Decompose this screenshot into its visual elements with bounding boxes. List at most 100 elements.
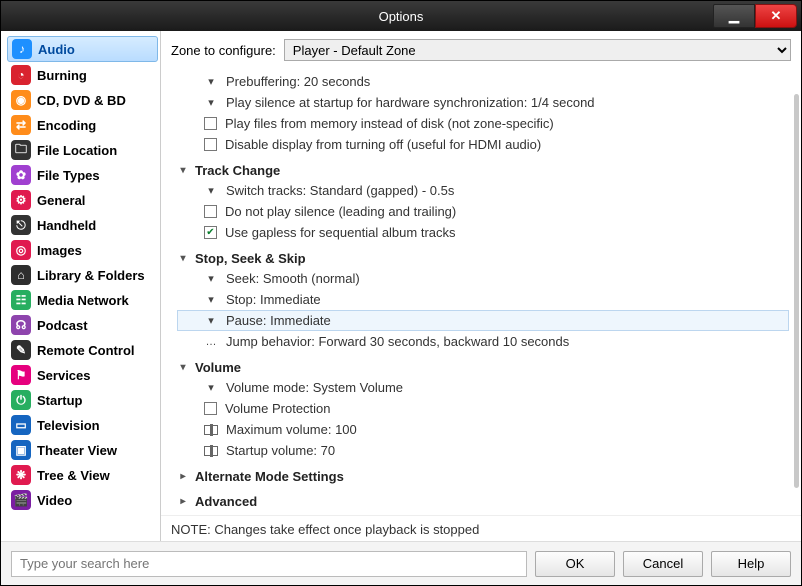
sidebar-item-theater-view[interactable]: ▣Theater View bbox=[7, 438, 158, 462]
sidebar-item-remote-control[interactable]: ✎ Remote Control bbox=[7, 338, 158, 362]
sidebar-item-podcast[interactable]: ☊Podcast bbox=[7, 313, 158, 337]
setting-row[interactable]: … Jump behavior: Forward 30 seconds, back… bbox=[177, 331, 789, 352]
chevron-down-icon: ▾ bbox=[204, 272, 218, 285]
sidebar-icon: ▣ bbox=[11, 440, 31, 460]
sidebar-icon: ⇄ bbox=[11, 115, 31, 135]
sidebar-item-label: CD, DVD & BD bbox=[37, 93, 126, 108]
dialog-body: ♪Audio ◔ Burning ◉ CD, DVD & BD ⇄ Encoding 🗀Fil… bbox=[1, 31, 801, 541]
close-button[interactable]: ✕ bbox=[755, 4, 797, 28]
sidebar-item-label: Remote Control bbox=[37, 343, 135, 358]
setting-label: Play silence at startup for hardware syn… bbox=[226, 95, 595, 110]
setting-row[interactable]: Maximum volume: 100 bbox=[177, 419, 789, 440]
scrollbar[interactable] bbox=[793, 67, 799, 515]
setting-row[interactable]: ▾ Play silence at startup for hardware sy… bbox=[177, 92, 789, 113]
sidebar-icon: ⚑ bbox=[11, 365, 31, 385]
group-header[interactable]: ▾Stop, Seek & Skip bbox=[177, 249, 789, 268]
checkbox-icon bbox=[204, 205, 217, 218]
group-header[interactable]: ▸ Alternate Mode Settings bbox=[177, 467, 789, 486]
setting-row[interactable]: Volume Protection bbox=[177, 398, 789, 419]
group-title: Stop, Seek & Skip bbox=[195, 251, 306, 266]
sidebar-item-television[interactable]: ▭Television bbox=[7, 413, 158, 437]
sidebar-item-library-folders[interactable]: ⌂Library & Folders bbox=[7, 263, 158, 287]
setting-label: Disable display from turning off (useful… bbox=[225, 137, 541, 152]
setting-label: Jump behavior: Forward 30 seconds, backw… bbox=[226, 334, 569, 349]
sidebar-item-services[interactable]: ⚑ Services bbox=[7, 363, 158, 387]
chevron-right-icon: ▸ bbox=[177, 471, 189, 482]
setting-label: Prebuffering: 20 seconds bbox=[226, 74, 370, 89]
checkbox-icon bbox=[204, 117, 217, 130]
sidebar-item-label: Tree & View bbox=[37, 468, 110, 483]
group-header[interactable]: ▾Track Change bbox=[177, 161, 789, 180]
sidebar-icon: 🎬 bbox=[11, 490, 31, 510]
help-button[interactable]: Help bbox=[711, 551, 791, 577]
setting-row[interactable]: Do not play silence (leading and trailin… bbox=[177, 201, 789, 222]
sidebar-item-label: Services bbox=[37, 368, 91, 383]
sidebar-item-label: Video bbox=[37, 493, 72, 508]
setting-row[interactable]: ▾Stop: Immediate bbox=[177, 289, 789, 310]
sidebar-item-encoding[interactable]: ⇄ Encoding bbox=[7, 113, 158, 137]
sidebar-icon: ⌂ bbox=[11, 265, 31, 285]
chevron-down-icon: ▾ bbox=[204, 381, 218, 394]
setting-label: Do not play silence (leading and trailin… bbox=[225, 204, 456, 219]
sidebar-icon: ◉ bbox=[11, 90, 31, 110]
checkbox-icon bbox=[204, 138, 217, 151]
chevron-down-icon: ▾ bbox=[204, 96, 218, 109]
setting-row[interactable]: ▾Switch tracks: Standard (gapped) - 0.5s bbox=[177, 180, 789, 201]
setting-row[interactable]: Disable display from turning off (useful… bbox=[177, 134, 789, 155]
sidebar-icon: 🗀 bbox=[11, 140, 31, 160]
sidebar-item-tree-view[interactable]: ❋ Tree & View bbox=[7, 463, 158, 487]
setting-row[interactable]: ▾Pause: Immediate bbox=[177, 310, 789, 331]
sidebar-icon: ▭ bbox=[11, 415, 31, 435]
sidebar-icon: ✎ bbox=[11, 340, 31, 360]
zone-select[interactable]: Player - Default Zone bbox=[284, 39, 791, 61]
settings-scroll[interactable]: ▾ Prebuffering: 20 seconds ▾ Play silence a… bbox=[161, 67, 801, 515]
cancel-button[interactable]: Cancel bbox=[623, 551, 703, 577]
setting-row[interactable]: ▾Seek: Smooth (normal) bbox=[177, 268, 789, 289]
sidebar-item-label: Handheld bbox=[37, 218, 96, 233]
sidebar-icon: ✿ bbox=[11, 165, 31, 185]
sidebar-icon: ❋ bbox=[11, 465, 31, 485]
sidebar-item-audio[interactable]: ♪Audio bbox=[7, 36, 158, 62]
sidebar-item-label: Encoding bbox=[37, 118, 96, 133]
setting-row[interactable]: Play files from memory instead of disk (… bbox=[177, 113, 789, 134]
sidebar-item-label: General bbox=[37, 193, 85, 208]
group-title: Advanced bbox=[195, 494, 257, 509]
setting-label: Volume Protection bbox=[225, 401, 331, 416]
sidebar-item-file-types[interactable]: ✿File Types bbox=[7, 163, 158, 187]
setting-row[interactable]: Startup volume: 70 bbox=[177, 440, 789, 461]
checkbox-icon bbox=[204, 402, 217, 415]
chevron-down-icon: ▾ bbox=[204, 75, 218, 88]
sidebar-item-startup[interactable]: ⏻Startup bbox=[7, 388, 158, 412]
sidebar-item-burning[interactable]: ◔ Burning bbox=[7, 63, 158, 87]
sidebar-item-handheld[interactable]: ⎋Handheld bbox=[7, 213, 158, 237]
sidebar-item-label: Media Network bbox=[37, 293, 129, 308]
window-buttons: ▁ ✕ bbox=[713, 1, 801, 31]
minimize-button[interactable]: ▁ bbox=[713, 4, 755, 28]
chevron-down-icon: ▾ bbox=[204, 314, 218, 327]
sidebar-item-images[interactable]: ◎Images bbox=[7, 238, 158, 262]
chevron-down-icon: ▾ bbox=[204, 293, 218, 306]
ellipsis-icon: … bbox=[204, 336, 218, 348]
sidebar-item-file-location[interactable]: 🗀File Location bbox=[7, 138, 158, 162]
group-title: Alternate Mode Settings bbox=[195, 469, 344, 484]
group-header[interactable]: ▸Advanced bbox=[177, 492, 789, 511]
search-input[interactable] bbox=[11, 551, 527, 577]
sidebar-icon: ⚙ bbox=[11, 190, 31, 210]
sidebar-item-video[interactable]: 🎬 Video bbox=[7, 488, 158, 512]
sidebar-item-label: Podcast bbox=[37, 318, 88, 333]
sidebar-item-cd-dvd-bd[interactable]: ◉ CD, DVD & BD bbox=[7, 88, 158, 112]
sidebar-item-media-network[interactable]: ☷ Media Network bbox=[7, 288, 158, 312]
setting-label: Volume mode: System Volume bbox=[226, 380, 403, 395]
chevron-down-icon: ▾ bbox=[177, 165, 189, 176]
setting-row[interactable]: ▾ Prebuffering: 20 seconds bbox=[177, 71, 789, 92]
footer: OK Cancel Help bbox=[1, 541, 801, 585]
group-header[interactable]: ▾Volume bbox=[177, 358, 789, 377]
slider-icon bbox=[204, 425, 218, 435]
sidebar-icon: ☷ bbox=[11, 290, 31, 310]
sidebar-icon: ◔ bbox=[11, 65, 31, 85]
sidebar-item-general[interactable]: ⚙ General bbox=[7, 188, 158, 212]
setting-row[interactable]: ▾ Volume mode: System Volume bbox=[177, 377, 789, 398]
ok-button[interactable]: OK bbox=[535, 551, 615, 577]
setting-row[interactable]: Use gapless for sequential album tracks bbox=[177, 222, 789, 243]
sidebar-item-label: Burning bbox=[37, 68, 87, 83]
